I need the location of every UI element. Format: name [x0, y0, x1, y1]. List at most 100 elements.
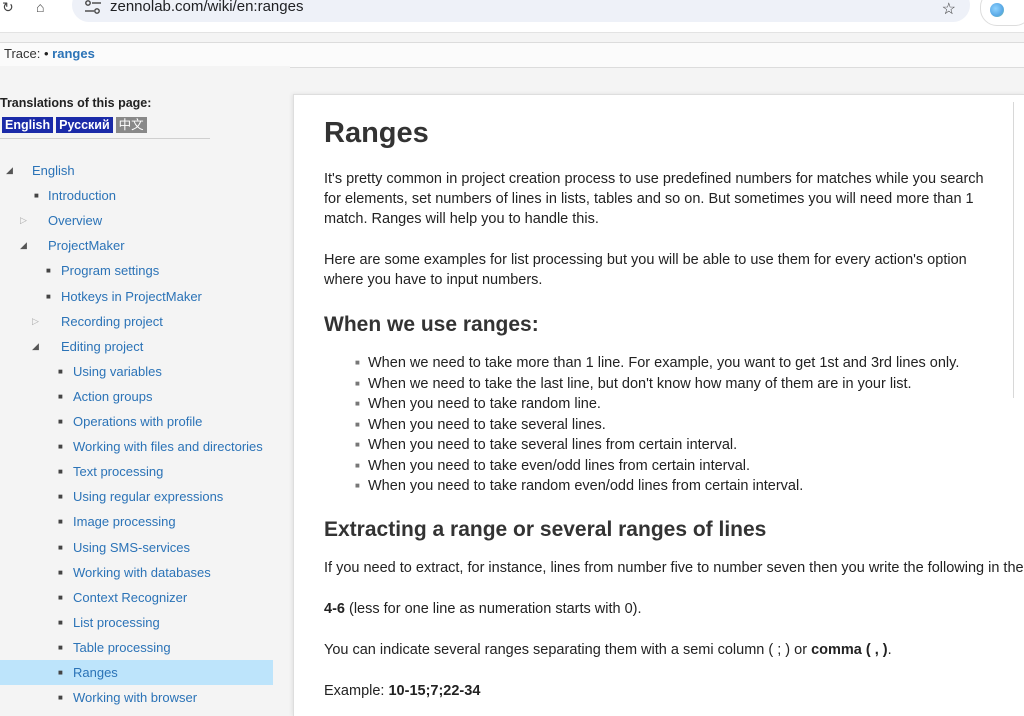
sidebar-item-label[interactable]: ProjectMaker: [48, 233, 125, 258]
sidebar-item-label[interactable]: Working with databases: [73, 560, 211, 585]
sidebar-item-label[interactable]: Working with browser: [73, 685, 197, 710]
home-icon[interactable]: ⌂: [36, 0, 44, 14]
sidebar-divider: [0, 138, 210, 139]
bullet-icon: ■: [355, 399, 360, 408]
browser-toolbar: ↻ ⌂ zennolab.com/wiki/en:ranges ☆: [0, 0, 1024, 33]
collapsed-triangle-icon[interactable]: ▷: [32, 309, 39, 334]
bullet-icon: ■: [58, 366, 63, 376]
breadcrumb: Trace: • ranges: [0, 42, 1024, 68]
profile-button[interactable]: [980, 0, 1024, 26]
sidebar-item-label[interactable]: Overview: [48, 208, 102, 233]
list-item-text: When you need to take several lines from…: [368, 437, 738, 453]
profile-icon[interactable]: [990, 3, 1004, 17]
bullet-icon: ■: [355, 419, 360, 429]
example-paragraph: Example: 10-15;7;22-34: [324, 681, 480, 702]
sidebar-item[interactable]: ▷ Recording project: [0, 309, 280, 334]
sidebar-item-label[interactable]: Context Recognizer: [73, 585, 187, 610]
expanded-triangle-icon[interactable]: ◢: [32, 334, 39, 359]
intro-line-2: for elements, set numbers of lines in li…: [324, 191, 974, 207]
example-label: Example:: [324, 683, 389, 699]
sidebar-item-label[interactable]: Using regular expressions: [73, 484, 223, 509]
sidebar-item[interactable]: ▷ Overview: [0, 208, 280, 233]
lang-chinese[interactable]: 中文: [115, 117, 147, 133]
star-icon[interactable]: ☆: [942, 0, 956, 19]
tune-icon[interactable]: [84, 0, 102, 14]
range-example-paragraph: 4-6 (less for one line as numeration sta…: [324, 599, 642, 620]
sidebar-item[interactable]: ■ Hotkeys in ProjectMaker: [0, 284, 280, 309]
range-example-note: (less for one line as numeration starts …: [344, 601, 642, 617]
bullet-icon: ■: [58, 642, 63, 652]
several-ranges-paragraph: You can indicate several ranges separati…: [324, 640, 892, 661]
sidebar-item-label[interactable]: Editing project: [61, 334, 143, 359]
expanded-triangle-icon[interactable]: ◢: [6, 158, 13, 183]
sidebar-item[interactable]: ■ Image processing: [0, 509, 280, 534]
address-bar[interactable]: zennolab.com/wiki/en:ranges ☆: [72, 0, 970, 22]
sidebar-item[interactable]: ■ Using variables: [0, 359, 280, 384]
sidebar-item[interactable]: ■ Operations with profile: [0, 409, 280, 434]
sidebar-item-label[interactable]: Operations with profile: [73, 409, 202, 434]
examples-line-2: where you have to input numbers.: [324, 272, 543, 288]
several-ranges-end: .: [887, 642, 892, 658]
lang-english[interactable]: English: [2, 117, 54, 133]
sidebar-item-label[interactable]: Text processing: [73, 459, 163, 484]
sidebar-item[interactable]: ■ Working with browser: [0, 685, 280, 710]
sidebar-item-label[interactable]: Image processing: [73, 509, 176, 534]
list-item: ■ When we need to take the last line, but…: [324, 374, 959, 395]
intro-line-3: match. Ranges will help you to handle th…: [324, 211, 599, 227]
sidebar-item[interactable]: ◢ English: [0, 158, 280, 183]
sidebar-item[interactable]: ◢ ProjectMaker: [0, 233, 280, 258]
sidebar-item-label[interactable]: Working with files and directories: [73, 434, 263, 459]
list-item-text: When you need to take several lines.: [368, 416, 606, 433]
sidebar-item-label[interactable]: Recording project: [61, 309, 163, 334]
bullet-icon: ■: [58, 617, 63, 627]
list-item-text: When we need to take more than 1 line. F…: [368, 355, 960, 371]
sidebar-item-label[interactable]: English: [32, 158, 75, 183]
bullet-icon: ■: [355, 481, 360, 490]
sidebar-item-label[interactable]: Introduction: [48, 183, 116, 208]
list-item-text: When you need to take random line.: [368, 396, 601, 412]
sidebar-item[interactable]: ■ Using SMS-services: [0, 535, 280, 560]
trace-bullet: •: [43, 46, 49, 61]
sidebar-item[interactable]: ■ Program settings: [0, 258, 280, 283]
sidebar-item-label[interactable]: Ranges: [73, 660, 118, 685]
sidebar-item[interactable]: ■ Text processing: [0, 459, 280, 484]
sidebar-item[interactable]: ■ Ranges: [0, 660, 273, 685]
sidebar-item[interactable]: ■ Table processing: [0, 635, 280, 660]
bullet-icon: ■: [34, 191, 39, 201]
bullet-icon: ■: [58, 567, 63, 577]
sidebar-item-label[interactable]: Program settings: [61, 258, 159, 283]
bullet-icon: ■: [58, 417, 63, 426]
sidebar-item[interactable]: ■ Working with databases: [0, 560, 280, 585]
sidebar-item[interactable]: ■ Introduction: [0, 183, 280, 208]
bullet-icon: ■: [58, 467, 63, 477]
bullet-icon: ■: [58, 693, 63, 703]
several-ranges-bold: comma ( , ): [811, 642, 888, 658]
examples-line-1: Here are some examples for list processi…: [324, 252, 967, 268]
list-item: ■ When we need to take more than 1 line. …: [324, 353, 959, 374]
sidebar-item-label[interactable]: Using SMS-services: [73, 535, 190, 560]
sidebar-item-label[interactable]: List processing: [73, 610, 160, 635]
sidebar-item[interactable]: ■ Using regular expressions: [0, 484, 280, 509]
bullet-icon: ■: [46, 291, 51, 301]
sidebar-item-label[interactable]: Action groups: [73, 384, 153, 409]
sidebar-item[interactable]: ■ Context Recognizer: [0, 585, 280, 610]
trace-label: Trace:: [4, 46, 41, 61]
sidebar-item-label[interactable]: Hotkeys in ProjectMaker: [61, 284, 202, 309]
collapsed-triangle-icon[interactable]: ▷: [20, 208, 27, 233]
sidebar-item[interactable]: ■ Working with files and directories: [0, 434, 280, 459]
lang-russian[interactable]: Русский: [56, 117, 113, 133]
sidebar-item[interactable]: ■ List processing: [0, 610, 280, 635]
bullet-icon: ■: [58, 442, 63, 452]
sidebar-item-label[interactable]: Table processing: [73, 635, 171, 660]
bullet-icon: ■: [46, 266, 51, 276]
sidebar-item[interactable]: ◢ Editing project: [0, 334, 280, 359]
trace-link-ranges[interactable]: ranges: [52, 46, 95, 61]
sidebar-item[interactable]: ■ Action groups: [0, 384, 280, 409]
list-item: ■ When you need to take random even/odd l…: [324, 476, 959, 497]
url-text[interactable]: zennolab.com/wiki/en:ranges: [110, 0, 303, 15]
sidebar-item-label[interactable]: Using variables: [73, 359, 162, 384]
reload-icon[interactable]: ↻: [2, 0, 14, 14]
example-value: 10-15;7;22-34: [388, 683, 481, 699]
expanded-triangle-icon[interactable]: ◢: [20, 233, 27, 258]
bullet-icon: ■: [355, 460, 360, 470]
